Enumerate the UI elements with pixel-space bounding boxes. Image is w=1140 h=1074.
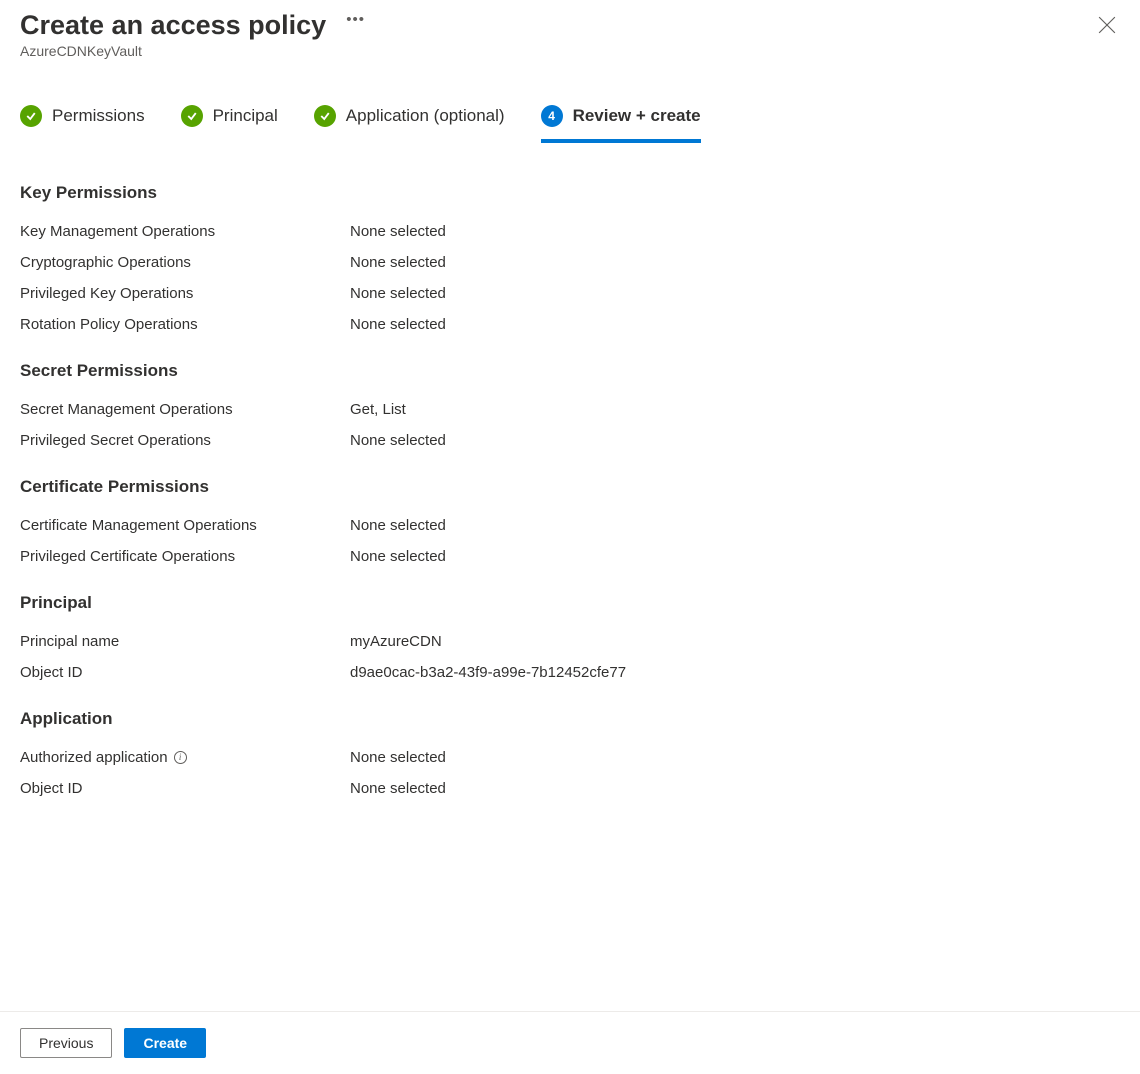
row-value: Get, List [350, 401, 406, 418]
review-content: Key Permissions Key Management Operation… [0, 143, 1140, 797]
wizard-footer: Previous Create [0, 1011, 1140, 1074]
row-label: Rotation Policy Operations [20, 316, 350, 333]
page-title: Create an access policy [20, 10, 326, 41]
row-value: None selected [350, 780, 446, 797]
row-label: Secret Management Operations [20, 401, 350, 418]
step-check-icon [181, 105, 203, 127]
step-label: Review + create [573, 106, 701, 126]
step-check-icon [20, 105, 42, 127]
step-number-icon: 4 [541, 105, 563, 127]
row-label: Object ID [20, 780, 350, 797]
row-privileged-certificate: Privileged Certificate Operations None s… [20, 548, 1120, 565]
step-review-create[interactable]: 4 Review + create [541, 105, 701, 143]
step-principal[interactable]: Principal [181, 105, 278, 143]
section-key-permissions-title: Key Permissions [20, 183, 1120, 203]
row-value: None selected [350, 285, 446, 302]
row-value: None selected [350, 254, 446, 271]
section-secret-permissions-title: Secret Permissions [20, 361, 1120, 381]
close-button[interactable] [1098, 16, 1116, 34]
row-value: None selected [350, 223, 446, 240]
section-certificate-permissions-title: Certificate Permissions [20, 477, 1120, 497]
row-label: Object ID [20, 664, 350, 681]
row-key-management: Key Management Operations None selected [20, 223, 1120, 240]
row-label: Key Management Operations [20, 223, 350, 240]
row-principal-object-id: Object ID d9ae0cac-b3a2-43f9-a99e-7b1245… [20, 664, 1120, 681]
row-label: Privileged Secret Operations [20, 432, 350, 449]
row-value: None selected [350, 548, 446, 565]
more-actions-icon[interactable]: ••• [346, 11, 365, 28]
row-value: d9ae0cac-b3a2-43f9-a99e-7b12452cfe77 [350, 664, 626, 681]
row-label: Authorized application i [20, 749, 350, 766]
step-label: Principal [213, 106, 278, 126]
row-application-object-id: Object ID None selected [20, 780, 1120, 797]
row-privileged-secret: Privileged Secret Operations None select… [20, 432, 1120, 449]
row-secret-management: Secret Management Operations Get, List [20, 401, 1120, 418]
previous-button[interactable]: Previous [20, 1028, 112, 1058]
row-label: Privileged Certificate Operations [20, 548, 350, 565]
row-cryptographic: Cryptographic Operations None selected [20, 254, 1120, 271]
row-privileged-key: Privileged Key Operations None selected [20, 285, 1120, 302]
row-value: None selected [350, 517, 446, 534]
step-permissions[interactable]: Permissions [20, 105, 145, 143]
section-application-title: Application [20, 709, 1120, 729]
row-principal-name: Principal name myAzureCDN [20, 633, 1120, 650]
row-value: None selected [350, 432, 446, 449]
row-label: Cryptographic Operations [20, 254, 350, 271]
row-label: Certificate Management Operations [20, 517, 350, 534]
row-label-text: Authorized application [20, 749, 168, 766]
step-application[interactable]: Application (optional) [314, 105, 505, 143]
step-label: Permissions [52, 106, 145, 126]
row-value: None selected [350, 749, 446, 766]
row-authorized-application: Authorized application i None selected [20, 749, 1120, 766]
close-icon [1098, 16, 1116, 34]
wizard-steps: Permissions Principal Application (optio… [0, 65, 1140, 143]
info-icon[interactable]: i [174, 751, 187, 764]
section-principal-title: Principal [20, 593, 1120, 613]
row-label: Principal name [20, 633, 350, 650]
row-value: myAzureCDN [350, 633, 442, 650]
row-certificate-management: Certificate Management Operations None s… [20, 517, 1120, 534]
step-check-icon [314, 105, 336, 127]
step-label: Application (optional) [346, 106, 505, 126]
panel-header: Create an access policy ••• AzureCDNKeyV… [0, 0, 1140, 65]
create-button[interactable]: Create [124, 1028, 206, 1058]
row-value: None selected [350, 316, 446, 333]
page-subtitle: AzureCDNKeyVault [20, 43, 1120, 59]
row-label: Privileged Key Operations [20, 285, 350, 302]
row-rotation-policy: Rotation Policy Operations None selected [20, 316, 1120, 333]
